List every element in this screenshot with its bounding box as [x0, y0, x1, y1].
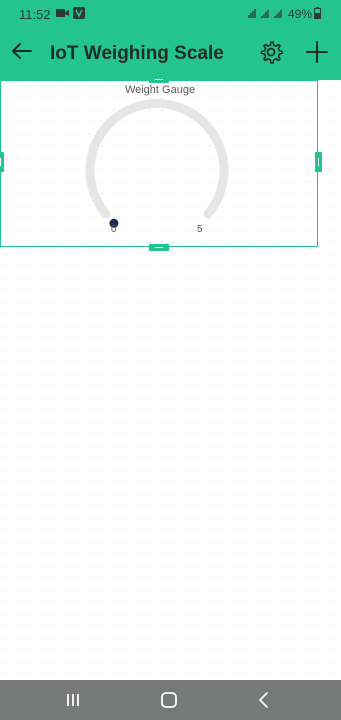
- gear-icon[interactable]: [258, 39, 284, 65]
- resize-handle-top[interactable]: [149, 76, 169, 83]
- page-title: IoT Weighing Scale: [50, 43, 224, 64]
- back-icon[interactable]: [252, 688, 276, 712]
- status-bar: 11:52 49%: [0, 0, 341, 28]
- gauge-min-label: 0: [111, 224, 117, 235]
- resize-handle-left[interactable]: [0, 152, 4, 172]
- gauge-track: [85, 99, 229, 219]
- video-camera-icon: [56, 7, 69, 22]
- v-app-icon: [73, 7, 85, 22]
- status-time: 11:52: [19, 7, 51, 22]
- plus-icon[interactable]: [304, 39, 330, 65]
- back-arrow-icon[interactable]: [8, 37, 36, 65]
- app-bar: IoT Weighing Scale: [0, 28, 341, 80]
- resize-handle-bottom[interactable]: [149, 244, 169, 251]
- gauge: [85, 99, 229, 228]
- signal-icon: [248, 6, 284, 23]
- resize-handle-right[interactable]: [315, 152, 322, 172]
- battery-percent: 49%: [287, 7, 312, 21]
- home-icon[interactable]: [157, 688, 181, 712]
- system-nav-bar: [0, 680, 341, 720]
- dashboard-canvas[interactable]: Weight Gauge 0 5: [0, 76, 341, 680]
- gauge-max-label: 5: [197, 224, 203, 235]
- battery-icon: [314, 7, 321, 22]
- app-header: 11:52 49% IoT Weighing Scale: [0, 0, 341, 80]
- recent-apps-icon[interactable]: [61, 688, 85, 712]
- gauge-widget[interactable]: Weight Gauge 0 5: [0, 80, 318, 247]
